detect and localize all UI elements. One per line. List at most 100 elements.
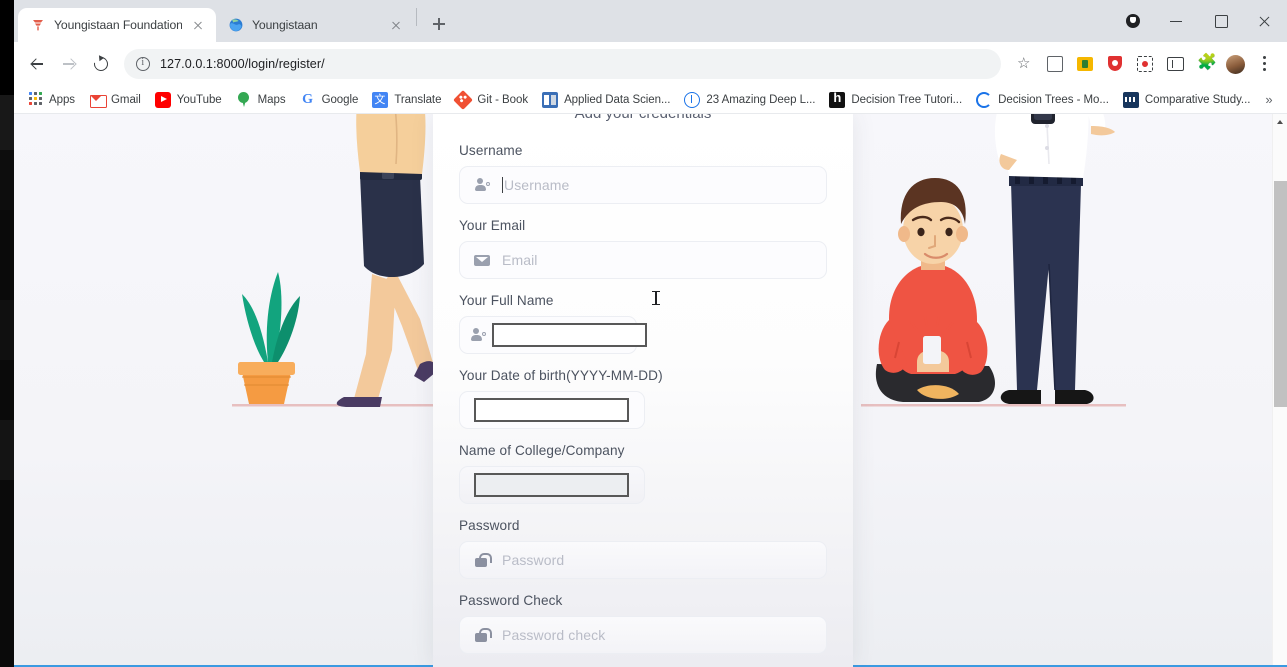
- hackerearth-icon: [829, 90, 846, 108]
- registration-form-card: Add your credentials Username Username Y…: [433, 114, 853, 667]
- window-controls: [1111, 0, 1287, 42]
- globe-icon: [228, 17, 244, 33]
- email-input[interactable]: Email: [459, 241, 827, 279]
- puzzle-extension-icon[interactable]: 🧩: [1191, 50, 1219, 78]
- password-placeholder: Password: [502, 552, 565, 568]
- bookmark-maps[interactable]: Maps: [229, 90, 293, 110]
- woman-walking-with-phone-illustration: [224, 114, 454, 667]
- bookmark-label: Applied Data Scien...: [564, 93, 671, 106]
- tab-title: Youngistaan Foundation - Regis: [54, 18, 182, 32]
- gmail-icon: [89, 91, 107, 108]
- scroll-up-arrow-icon[interactable]: [1273, 114, 1287, 130]
- bookmark-decision-tree-tutorial[interactable]: Decision Tree Tutori...: [822, 90, 969, 110]
- info-circle-icon[interactable]: [136, 57, 150, 71]
- bookmarks-overflow-button[interactable]: »: [1257, 92, 1280, 107]
- bookmark-translate[interactable]: Translate: [365, 90, 448, 110]
- browser-window: Youngistaan Foundation - Regis Youngista…: [14, 0, 1287, 667]
- tab-title: Youngistaan: [252, 18, 318, 32]
- maps-pin-icon: [236, 92, 252, 108]
- apps-grid-icon: [27, 91, 43, 108]
- new-tab-button[interactable]: [425, 10, 453, 38]
- close-icon[interactable]: [388, 17, 404, 33]
- shield-square-icon[interactable]: [1041, 50, 1069, 78]
- side-panel-icon[interactable]: [1161, 50, 1189, 78]
- medium-icon: [1122, 91, 1139, 108]
- username-input[interactable]: Username: [459, 166, 827, 204]
- bookmark-label: Decision Trees - Mo...: [998, 93, 1109, 106]
- college-company-input[interactable]: [474, 473, 629, 497]
- field-full-name: Your Full Name: [459, 293, 827, 354]
- bookmark-applied-data-science[interactable]: Applied Data Scien...: [535, 90, 677, 110]
- bookmark-google[interactable]: G Google: [293, 90, 366, 110]
- bookmark-decision-trees-mo[interactable]: Decision Trees - Mo...: [969, 90, 1116, 110]
- field-username: Username Username: [459, 143, 827, 204]
- mouse-cursor-ibeam: [652, 290, 660, 307]
- field-label: Password: [459, 518, 520, 533]
- bookmark-git-book[interactable]: Git - Book: [448, 89, 535, 110]
- field-college-company: Name of College/Company: [459, 443, 827, 504]
- password-input[interactable]: Password: [459, 541, 827, 579]
- deep-learning-icon: [684, 91, 701, 108]
- site-logo-icon: [30, 17, 46, 33]
- bookmark-youtube[interactable]: YouTube: [148, 90, 229, 110]
- bookmark-comparative-study[interactable]: Comparative Study...: [1116, 90, 1258, 110]
- user-icon: [470, 327, 486, 343]
- bookmark-label: YouTube: [176, 93, 222, 106]
- close-window-button[interactable]: [1243, 0, 1287, 42]
- youtube-icon: [154, 91, 171, 108]
- profile-shield-icon[interactable]: [1111, 0, 1155, 42]
- page-title: Add your credentials: [459, 114, 827, 129]
- field-label: Username: [459, 143, 523, 158]
- bookmark-label: 23 Amazing Deep L...: [706, 93, 816, 106]
- orange-badge-icon[interactable]: [1071, 50, 1099, 78]
- address-bar-url: 127.0.0.1:8000/login/register/: [160, 57, 325, 71]
- maximize-button[interactable]: [1199, 0, 1243, 42]
- date-of-birth-input[interactable]: [474, 398, 629, 422]
- bookmark-label: Translate: [394, 93, 442, 106]
- bookmark-23-amazing-deep-learning[interactable]: 23 Amazing Deep L...: [677, 90, 822, 110]
- email-placeholder: Email: [502, 252, 538, 268]
- git-icon: [453, 89, 474, 110]
- star-icon[interactable]: ☆: [1011, 50, 1039, 78]
- field-label: Your Date of birth(YYYY-MM-DD): [459, 368, 663, 383]
- address-bar[interactable]: 127.0.0.1:8000/login/register/: [124, 49, 1001, 79]
- coursera-icon: [976, 91, 993, 108]
- field-label: Your Email: [459, 218, 526, 233]
- page-scrollbar[interactable]: [1272, 114, 1287, 667]
- college-company-input-wrapper: [459, 466, 645, 504]
- date-of-birth-input-wrapper: [459, 391, 645, 429]
- screenshot-capture-icon[interactable]: [1131, 50, 1159, 78]
- translate-icon: [372, 91, 389, 108]
- bookmark-label: Decision Tree Tutori...: [851, 93, 963, 106]
- bookmark-apps[interactable]: Apps: [20, 90, 82, 110]
- forward-button[interactable]: [54, 49, 84, 79]
- username-placeholder: Username: [502, 177, 570, 193]
- back-button[interactable]: [22, 49, 52, 79]
- lock-icon: [474, 552, 492, 568]
- lock-icon: [474, 627, 492, 643]
- bookmark-gmail[interactable]: Gmail: [82, 90, 148, 110]
- red-shield-icon[interactable]: [1101, 50, 1129, 78]
- full-name-input-wrapper: [459, 316, 647, 354]
- minimize-button[interactable]: [1155, 0, 1199, 42]
- tab-youngistaan-foundation-register[interactable]: Youngistaan Foundation - Regis: [18, 8, 216, 42]
- tab-strip: Youngistaan Foundation - Regis Youngista…: [14, 0, 1287, 42]
- reload-button[interactable]: [86, 49, 116, 79]
- bookmark-label: Maps: [257, 93, 286, 106]
- field-password-check: Password Check Password check: [459, 593, 827, 654]
- field-label: Password Check: [459, 593, 563, 608]
- password-check-input[interactable]: Password check: [459, 616, 827, 654]
- page-viewport: Add your credentials Username Username Y…: [14, 114, 1287, 667]
- registration-page: Add your credentials Username Username Y…: [14, 114, 1272, 667]
- field-label: Name of College/Company: [459, 443, 625, 458]
- full-name-input[interactable]: [492, 323, 647, 347]
- scrollbar-thumb[interactable]: [1274, 181, 1287, 407]
- profile-avatar-icon[interactable]: [1221, 50, 1249, 78]
- close-icon[interactable]: [190, 17, 206, 33]
- field-password: Password Password: [459, 518, 827, 579]
- bookmark-label: Gmail: [111, 93, 141, 106]
- tab-divider: [416, 8, 417, 26]
- tab-youngistaan[interactable]: Youngistaan: [216, 8, 414, 42]
- field-email: Your Email Email: [459, 218, 827, 279]
- three-dot-menu-icon[interactable]: [1251, 50, 1279, 78]
